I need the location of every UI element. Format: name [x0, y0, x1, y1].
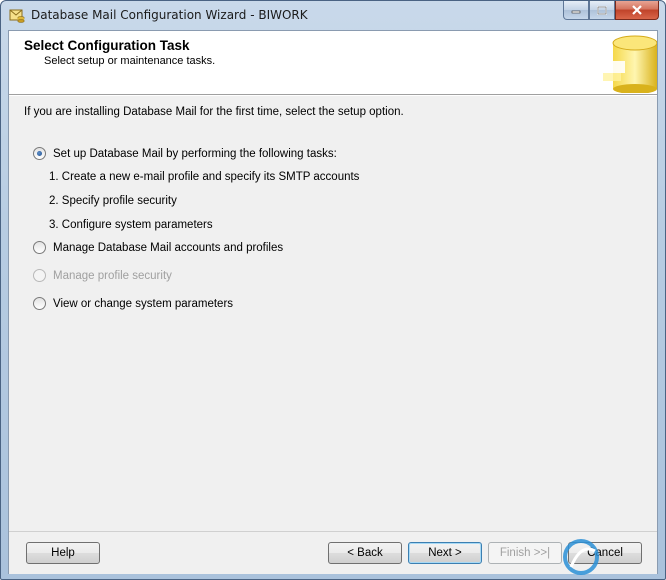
option-profile-security: Manage profile security [33, 269, 172, 282]
maximize-icon [597, 5, 607, 15]
close-icon [632, 5, 642, 15]
wizard-window: Database Mail Configuration Wizard - BIW… [0, 0, 666, 580]
watermark-logo [563, 539, 599, 575]
window-title: Database Mail Configuration Wizard - BIW… [31, 8, 308, 22]
minimize-icon [571, 10, 581, 14]
step-3: 3. Configure system parameters [49, 219, 213, 231]
option-setup-label: Set up Database Mail by performing the f… [53, 147, 337, 160]
page-title: Select Configuration Task [24, 38, 190, 53]
radio-profile-security [33, 269, 46, 282]
minimize-button[interactable] [563, 1, 589, 20]
radio-system-parameters[interactable] [33, 297, 46, 310]
wizard-header: Select Configuration Task Select setup o… [9, 31, 657, 95]
database-mail-icon [9, 9, 25, 23]
title-bar[interactable]: Database Mail Configuration Wizard - BIW… [1, 1, 665, 29]
help-button[interactable]: Help [26, 542, 100, 564]
next-button[interactable]: Next > [408, 542, 482, 564]
database-cylinder-icon [599, 35, 657, 93]
option-manage-accounts-label: Manage Database Mail accounts and profil… [53, 241, 284, 254]
option-system-parameters-label: View or change system parameters [53, 297, 234, 310]
option-profile-security-label: Manage profile security [53, 269, 172, 282]
step-1: 1. Create a new e-mail profile and speci… [49, 171, 360, 183]
step-2: 2. Specify profile security [49, 195, 177, 207]
finish-button: Finish >>| [488, 542, 562, 564]
page-subtitle: Select setup or maintenance tasks. [44, 55, 216, 67]
caption-buttons [563, 1, 659, 20]
radio-setup[interactable] [33, 147, 46, 160]
wizard-footer: Help < Back Next > Finish >>| Cancel [9, 531, 657, 574]
option-setup[interactable]: Set up Database Mail by performing the f… [33, 147, 337, 160]
maximize-button[interactable] [589, 1, 615, 20]
back-button[interactable]: < Back [328, 542, 402, 564]
option-manage-accounts[interactable]: Manage Database Mail accounts and profil… [33, 241, 283, 254]
option-system-parameters[interactable]: View or change system parameters [33, 297, 233, 310]
wizard-body: If you are installing Database Mail for … [9, 96, 657, 531]
client-area: Select Configuration Task Select setup o… [8, 30, 658, 574]
close-button[interactable] [615, 1, 659, 20]
intro-text: If you are installing Database Mail for … [24, 106, 404, 118]
radio-manage-accounts[interactable] [33, 241, 46, 254]
